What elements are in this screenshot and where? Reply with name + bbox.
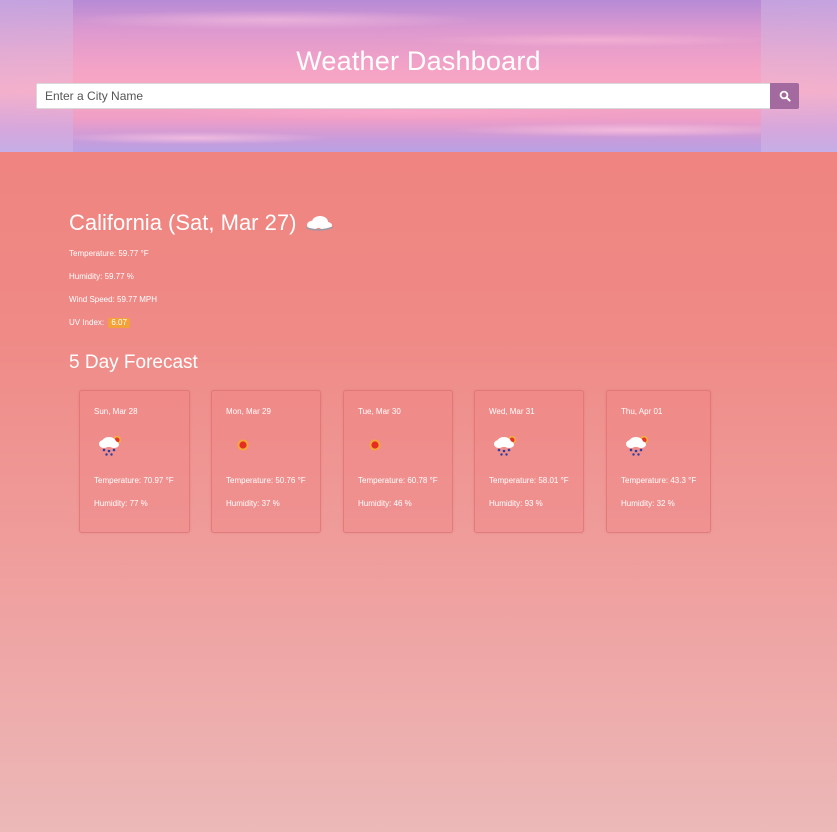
forecast-humidity: Humidity: 93 % xyxy=(489,499,543,508)
current-city-heading: California (Sat, Mar 27) xyxy=(69,210,297,235)
forecast-humidity: Humidity: 37 % xyxy=(226,499,280,508)
forecast-date: Mon, Mar 29 xyxy=(226,407,271,416)
current-heading-row: California (Sat, Mar 27) xyxy=(69,206,334,240)
forecast-humidity: Humidity: 77 % xyxy=(94,499,148,508)
search-icon xyxy=(779,90,791,102)
rain-snow-sun-icon xyxy=(99,436,121,456)
sun-icon xyxy=(369,439,381,451)
current-uv-index: UV Index: 6.07 xyxy=(69,318,130,328)
forecast-humidity: Humidity: 32 % xyxy=(621,499,675,508)
rain-snow-sun-icon xyxy=(494,436,516,456)
page-title: Weather Dashboard xyxy=(296,46,541,76)
forecast-temperature: Temperature: 58.01 °F xyxy=(489,476,569,485)
forecast-date: Sun, Mar 28 xyxy=(94,407,138,416)
current-humidity: Humidity: 59.77 % xyxy=(69,272,134,281)
current-weather: California (Sat, Mar 27) Temperature: 59… xyxy=(69,206,334,328)
forecast-temperature: Temperature: 43.3 °F xyxy=(621,476,697,485)
forecast-temperature: Temperature: 70.97 °F xyxy=(94,476,174,485)
rain-snow-sun-icon xyxy=(626,436,648,456)
search-input[interactable] xyxy=(36,83,770,109)
current-temperature: Temperature: 59.77 °F xyxy=(69,249,149,258)
cloud-icon xyxy=(306,216,334,231)
forecast-card: Mon, Mar 29 Temperature: 50.76 °F Humidi… xyxy=(211,390,321,533)
forecast-date: Tue, Mar 30 xyxy=(358,407,401,416)
forecast-card: Sun, Mar 28 Temperature: 70.97 °F Humidi… xyxy=(79,390,190,533)
uv-index-label: UV Index: xyxy=(69,318,105,327)
forecast-card: Wed, Mar 31 Temperature: 58.01 °F Humidi… xyxy=(474,390,584,533)
current-wind-speed: Wind Speed: 59.77 MPH xyxy=(69,295,158,304)
forecast-date: Wed, Mar 31 xyxy=(489,407,535,416)
forecast-title: 5 Day Forecast xyxy=(69,352,198,373)
search-button[interactable] xyxy=(770,83,799,109)
forecast-card: Tue, Mar 30 Temperature: 60.78 °F Humidi… xyxy=(343,390,453,533)
forecast-temperature: Temperature: 50.76 °F xyxy=(226,476,306,485)
forecast-card: Thu, Apr 01 Temperature: 43.3 °F Humidit… xyxy=(606,390,711,533)
search-bar xyxy=(36,83,799,109)
forecast-date: Thu, Apr 01 xyxy=(621,407,663,416)
forecast-humidity: Humidity: 46 % xyxy=(358,499,412,508)
sun-icon xyxy=(237,439,249,451)
forecast-temperature: Temperature: 60.78 °F xyxy=(358,476,438,485)
uv-index-badge: 6.07 xyxy=(108,318,130,328)
